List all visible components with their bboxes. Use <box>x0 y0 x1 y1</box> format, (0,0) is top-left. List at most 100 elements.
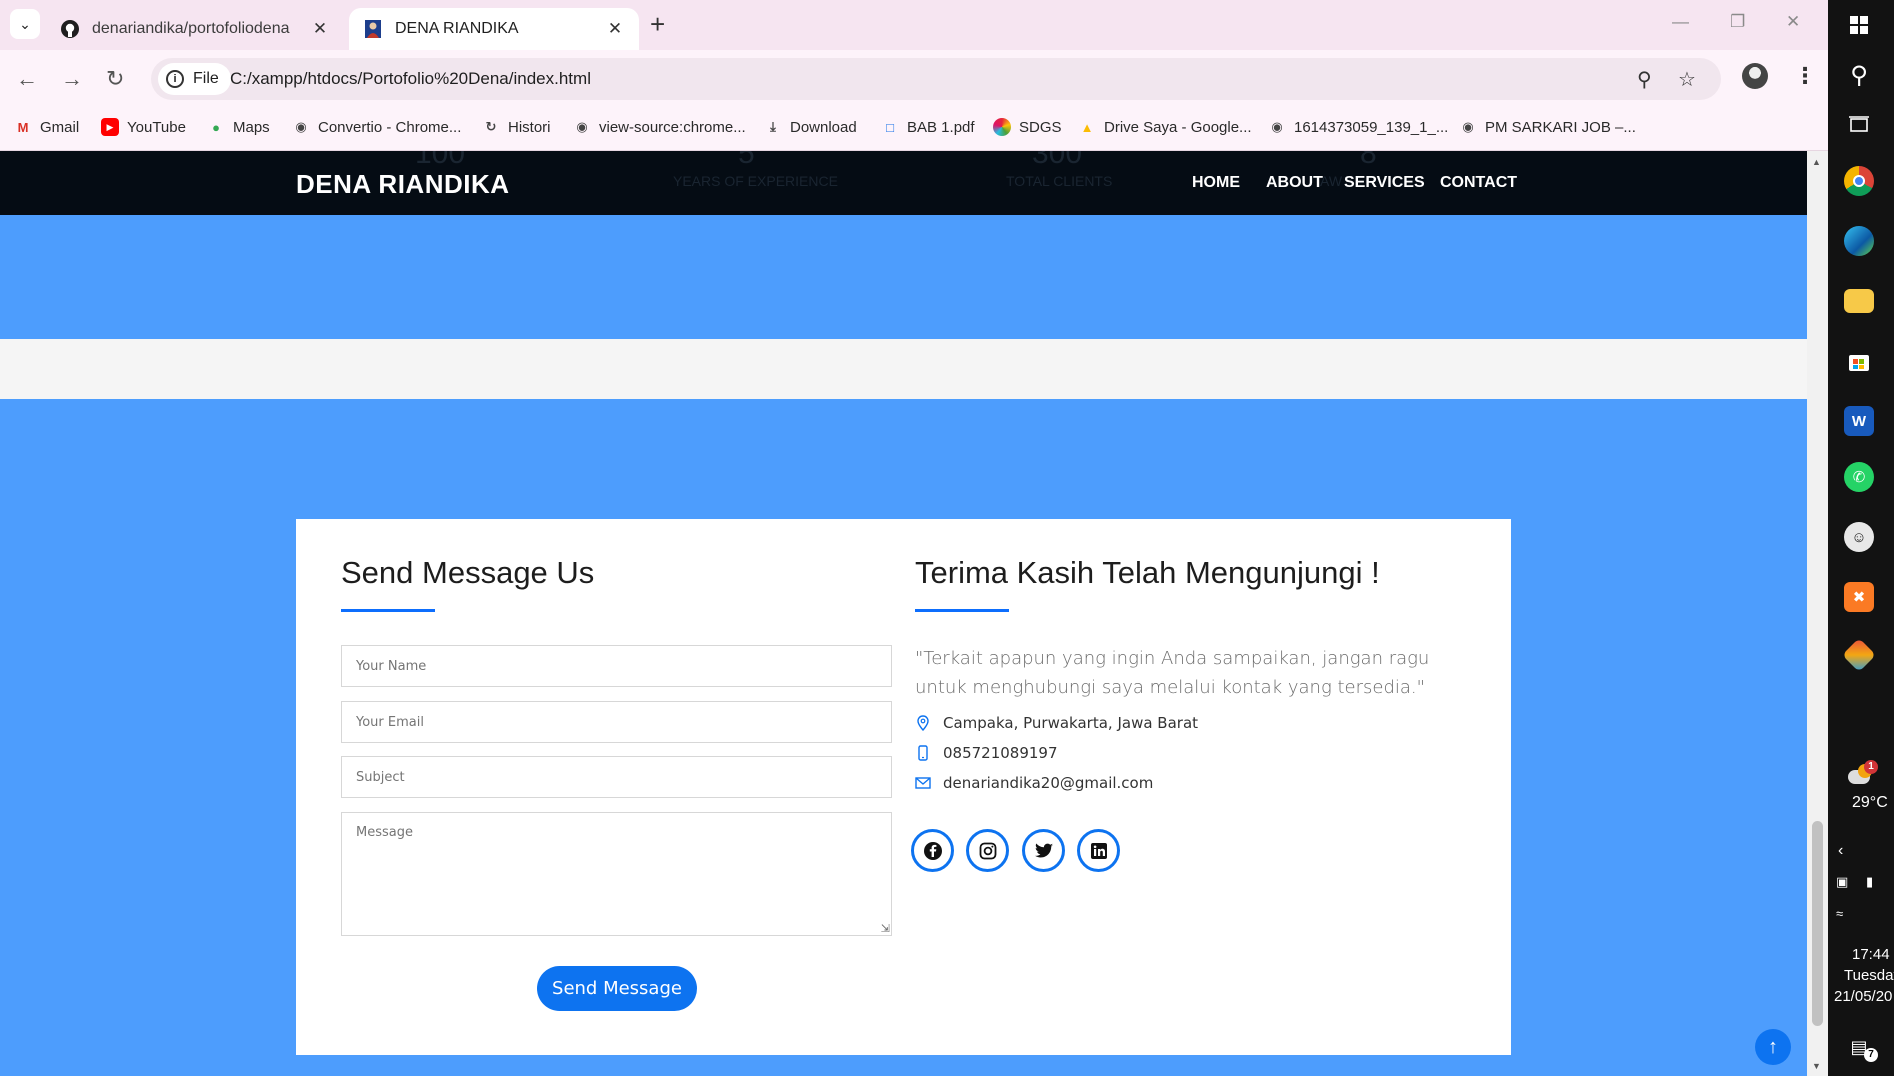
bookmark-label: Maps <box>233 118 270 136</box>
scroll-down-icon[interactable]: ▼ <box>1812 1061 1821 1071</box>
bookmark-sdgs[interactable]: SDGS <box>993 118 1062 136</box>
zoom-icon[interactable]: ⚲ <box>1637 67 1652 92</box>
email-field[interactable] <box>341 701 892 743</box>
close-icon[interactable]: ✕ <box>310 19 330 39</box>
site-favicon <box>365 20 381 38</box>
email-row: denariandika20@gmail.com <box>915 774 1153 792</box>
bookmark-label: PM SARKARI JOB –... <box>1485 118 1636 136</box>
bookmark-pm-sarkari[interactable]: ◉ PM SARKARI JOB –... <box>1459 118 1636 136</box>
browser-tab-bar: ⌄ denariandika/portofoliodena ✕ DENA RIA… <box>0 0 1828 50</box>
instagram-link[interactable] <box>966 829 1009 872</box>
clock-date[interactable]: 21/05/20 <box>1834 988 1892 1005</box>
bookmark-file-1614[interactable]: ◉ 1614373059_139_1_... <box>1268 118 1448 136</box>
bookmark-maps[interactable]: ● Maps <box>207 118 270 136</box>
face-app-icon[interactable]: ☺ <box>1844 522 1874 552</box>
nav-services[interactable]: SERVICES <box>1344 174 1425 192</box>
globe-icon: ◉ <box>1271 119 1283 134</box>
bookmark-label: BAB 1.pdf <box>907 118 975 136</box>
windows-taskbar: ⚲ W ✆ ☺ ✖ 1 29°C ‹ ▣ ▮ ≈ 17:44 Tuesday 2… <box>1828 0 1894 1076</box>
name-field[interactable] <box>341 645 892 687</box>
word-icon[interactable]: W <box>1844 406 1874 436</box>
device-icon[interactable]: ▣ <box>1836 874 1848 890</box>
edge-icon[interactable] <box>1844 226 1874 256</box>
clock-day[interactable]: Tuesday <box>1844 967 1894 984</box>
bookmark-label: SDGS <box>1019 118 1062 136</box>
profile-avatar[interactable] <box>1742 63 1768 89</box>
chrome-icon[interactable] <box>1844 166 1874 196</box>
tab-dena-riandika[interactable]: DENA RIANDIKA ✕ <box>349 8 639 50</box>
search-icon[interactable]: ⚲ <box>1844 60 1874 90</box>
weather-badge: 1 <box>1864 760 1878 774</box>
site-info-chip[interactable]: i File <box>158 63 231 95</box>
scroll-thumb[interactable] <box>1812 821 1823 1026</box>
subject-field[interactable] <box>341 756 892 798</box>
back-arrow-icon[interactable]: ← <box>16 66 38 92</box>
more-menu-icon[interactable]: ⋮ <box>1794 63 1816 89</box>
phone-text[interactable]: 085721089197 <box>943 744 1058 762</box>
new-tab-button[interactable]: + <box>650 11 665 37</box>
xampp-icon[interactable]: ✖ <box>1844 582 1874 612</box>
bookmark-histori[interactable]: ↻ Histori <box>482 118 551 136</box>
whatsapp-icon[interactable]: ✆ <box>1844 462 1874 492</box>
linkedin-link[interactable] <box>1077 829 1120 872</box>
tab-title: DENA RIANDIKA <box>395 20 519 37</box>
drive-icon: ▲ <box>1080 119 1094 135</box>
tab-github[interactable]: denariandika/portofoliodena ✕ <box>46 8 344 50</box>
wifi-icon[interactable]: ≈ <box>1836 906 1843 921</box>
page-scrollbar[interactable]: ▲ ▼ <box>1807 151 1828 1076</box>
back-to-top-button[interactable]: ↑ <box>1755 1029 1791 1065</box>
phone-icon <box>915 745 931 761</box>
forward-arrow-icon[interactable]: → <box>61 66 83 92</box>
notification-icon[interactable]: ▤ 7 <box>1844 1032 1878 1062</box>
weather-icon[interactable]: 1 <box>1844 760 1878 794</box>
nav-home[interactable]: HOME <box>1192 174 1240 192</box>
resize-handle-icon[interactable]: ⇲ <box>881 924 890 935</box>
url-text[interactable]: C:/xampp/htdocs/Portofolio%20Dena/index.… <box>230 69 591 89</box>
bookmark-drive[interactable]: ▲ Drive Saya - Google... <box>1078 118 1252 136</box>
address-row: Campaka, Purwakarta, Jawa Barat <box>915 714 1198 732</box>
youtube-icon: ▶ <box>101 118 119 136</box>
close-icon[interactable]: ✕ <box>605 19 625 39</box>
ms-store-icon[interactable] <box>1844 346 1874 376</box>
message-field[interactable] <box>341 812 892 936</box>
file-explorer-icon[interactable] <box>1844 289 1874 313</box>
reload-icon[interactable]: ↻ <box>106 66 124 92</box>
ghost-stat-number: 100 <box>415 151 466 170</box>
window-close-icon[interactable]: ✕ <box>1786 12 1800 32</box>
bookmark-bab1[interactable]: □ BAB 1.pdf <box>881 118 975 136</box>
windows-start-icon[interactable] <box>1844 10 1874 40</box>
phone-row: 085721089197 <box>915 744 1058 762</box>
send-message-button[interactable]: Send Message <box>537 966 697 1011</box>
envelope-icon <box>915 775 931 791</box>
scroll-up-icon[interactable]: ▲ <box>1812 157 1821 167</box>
minimize-icon[interactable]: — <box>1672 12 1689 32</box>
globe-icon: ◉ <box>1462 119 1474 134</box>
task-view-icon[interactable] <box>1844 110 1874 140</box>
facebook-link[interactable] <box>911 829 954 872</box>
bookmark-label: view-source:chrome... <box>599 118 746 136</box>
star-icon[interactable]: ☆ <box>1678 67 1696 92</box>
git-client-icon[interactable] <box>1842 638 1876 672</box>
message-wrapper: ⇲ <box>341 812 892 936</box>
bookmark-gmail[interactable]: M Gmail <box>14 118 80 136</box>
nav-contact[interactable]: CONTACT <box>1440 174 1517 192</box>
tab-search-button[interactable]: ⌄ <box>10 9 40 39</box>
bookmark-download[interactable]: ⤓ Download <box>764 118 857 136</box>
address-bar[interactable]: i File C:/xampp/htdocs/Portofolio%20Dena… <box>151 58 1721 100</box>
email-text[interactable]: denariandika20@gmail.com <box>943 774 1153 792</box>
bookmark-youtube[interactable]: ▶ YouTube <box>101 118 186 136</box>
bookmark-view-source[interactable]: ◉ view-source:chrome... <box>573 118 746 136</box>
overflow-chevron-icon[interactable]: ‹ <box>1838 842 1843 860</box>
battery-icon[interactable]: ▮ <box>1866 874 1873 890</box>
twitter-link[interactable] <box>1022 829 1065 872</box>
github-icon <box>61 20 79 38</box>
ghost-stat-number: 8 <box>1360 151 1377 170</box>
page-viewport: 100 5 YEARS OF EXPERIENCE 300 TOTAL CLIE… <box>0 151 1807 1076</box>
facebook-icon <box>923 841 942 860</box>
clock-time[interactable]: 17:44 <box>1852 946 1890 963</box>
bookmark-convertio[interactable]: ◉ Convertio - Chrome... <box>292 118 461 136</box>
nav-about[interactable]: ABOUT <box>1266 174 1323 192</box>
restore-icon[interactable]: ❐ <box>1730 12 1745 32</box>
location-pin-icon <box>915 715 931 731</box>
site-brand[interactable]: DENA RIANDIKA <box>296 169 510 200</box>
